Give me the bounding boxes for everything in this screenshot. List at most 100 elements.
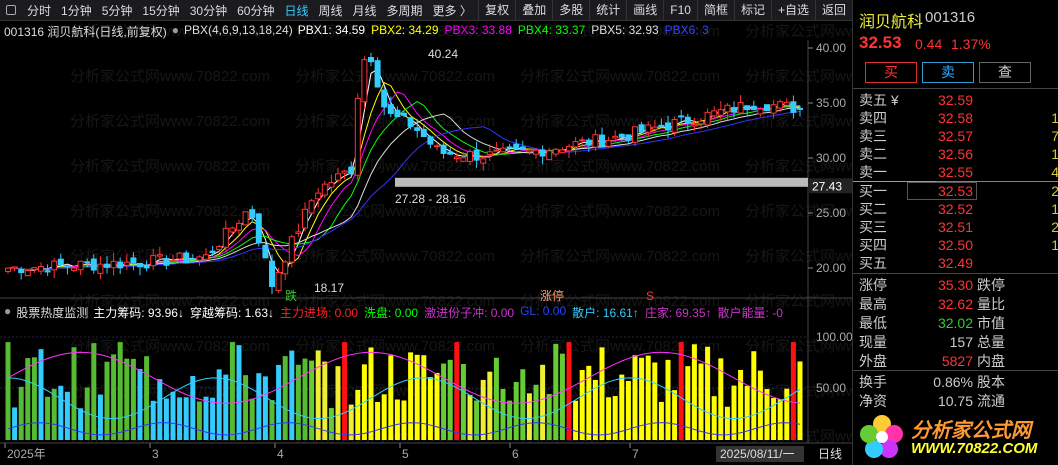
candle-body bbox=[335, 173, 341, 181]
indicator-bar bbox=[625, 380, 631, 440]
ask-qty: 7 bbox=[1051, 128, 1058, 144]
candle-body bbox=[777, 101, 784, 109]
candle-body bbox=[196, 256, 203, 261]
period-tab[interactable]: 1分钟 bbox=[56, 2, 97, 19]
toolbar-action-button[interactable]: 统计 bbox=[589, 0, 626, 21]
period-tab[interactable]: 30分钟 bbox=[185, 2, 232, 19]
price-change: 0.44 bbox=[915, 36, 943, 52]
indicator-settings-icon[interactable]: ● bbox=[4, 304, 11, 321]
kline-chart[interactable]: 40.00 35.00 30.00 25.00 20.00 27.43 40.24 18.17… bbox=[0, 0, 852, 465]
candle-body bbox=[163, 258, 170, 266]
row-label: 净资 bbox=[859, 393, 887, 409]
query-button[interactable]: 查 bbox=[979, 62, 1031, 83]
candle-body bbox=[539, 149, 546, 157]
ind-axis-label: 100.00 bbox=[816, 330, 852, 344]
candle-body bbox=[486, 151, 493, 155]
period-label: 日线 bbox=[818, 447, 842, 461]
candle-body bbox=[684, 116, 691, 124]
candle-body bbox=[651, 126, 658, 130]
candle-body bbox=[11, 266, 18, 269]
candle-body bbox=[381, 89, 388, 108]
toolbar-action-button[interactable]: 画线 bbox=[626, 0, 663, 21]
candle-body bbox=[473, 149, 480, 161]
indicator-bar bbox=[157, 379, 163, 440]
candle-body bbox=[744, 105, 751, 111]
toolbar-action-button[interactable]: 多股 bbox=[552, 0, 589, 21]
indicator-bar bbox=[223, 374, 229, 440]
candle-body bbox=[170, 259, 176, 262]
row-label: 最高 bbox=[859, 296, 887, 312]
indicator-bar bbox=[454, 342, 460, 440]
row-value: 35.30 bbox=[937, 277, 973, 293]
row-value: 32.49 bbox=[937, 255, 973, 271]
candle-body bbox=[183, 252, 190, 264]
indicator-bar bbox=[91, 343, 97, 440]
indicator-name[interactable]: PBX(4,6,9,13,18,24) bbox=[184, 23, 293, 40]
high-price-label: 40.24 bbox=[428, 47, 458, 61]
indicator-bar bbox=[58, 385, 64, 440]
toolbar-action-button[interactable]: 叠加 bbox=[515, 0, 552, 21]
price-axis-label: 40.00 bbox=[816, 41, 846, 55]
toolbar-action-button[interactable]: 复权 bbox=[478, 0, 515, 21]
candle-body bbox=[599, 134, 605, 147]
logo-text: 分析家公式网 bbox=[911, 420, 1031, 442]
site-logo: 分析家公式网 WWW.70822.COM bbox=[853, 410, 1058, 465]
pbx-line bbox=[7, 107, 801, 271]
candle-body bbox=[513, 143, 520, 150]
quote-row: 涨停 35.30 跌停 bbox=[853, 276, 1058, 294]
indicator-bar bbox=[639, 357, 645, 440]
indicator-bar bbox=[665, 359, 671, 440]
candle-body bbox=[328, 182, 335, 188]
stock-name: 润贝航科 bbox=[859, 14, 924, 31]
indicator-bar bbox=[322, 361, 328, 440]
indicator-bar bbox=[295, 364, 301, 440]
indicator-bar bbox=[388, 355, 394, 440]
period-tab[interactable]: 月线 bbox=[348, 2, 382, 19]
indicator-value: 洗盘: 0.00 bbox=[364, 306, 419, 320]
pbx-line bbox=[7, 110, 801, 271]
period-tab[interactable]: 分时 bbox=[22, 2, 56, 19]
indicator-bar bbox=[401, 400, 407, 440]
indicator-bar bbox=[394, 399, 400, 440]
toolbar-action-button[interactable]: +自选 bbox=[770, 0, 815, 21]
bid-qty: 1 bbox=[1051, 201, 1058, 217]
candle-body bbox=[632, 126, 638, 143]
chart-info-bar: 001316 润贝航科(日线,前复权) ● PBX(4,6,9,13,18,24… bbox=[4, 23, 709, 40]
stat-label: 内盘 bbox=[977, 353, 1005, 369]
indicator-bar bbox=[31, 357, 37, 440]
quote-row: 卖五 ¥ 32.59 bbox=[853, 91, 1058, 109]
indicator-title[interactable]: 股票热度监测 bbox=[16, 304, 88, 321]
toolbar-action-button[interactable]: 简框 bbox=[696, 0, 734, 21]
period-tab[interactable]: 5分钟 bbox=[97, 2, 138, 19]
indicator-bar bbox=[335, 366, 341, 440]
indicator-settings-icon[interactable]: ● bbox=[172, 23, 179, 40]
chart-title: 001316 润贝航科(日线,前复权) bbox=[4, 25, 167, 39]
period-tab[interactable]: 周线 bbox=[313, 2, 347, 19]
period-tab[interactable]: 更多 〉 bbox=[428, 2, 477, 19]
time-axis-label: 3 bbox=[152, 447, 159, 461]
indicator-bar bbox=[203, 396, 209, 440]
candle-body bbox=[38, 266, 44, 272]
sell-button[interactable]: 卖 bbox=[922, 62, 974, 83]
period-tab[interactable]: 60分钟 bbox=[232, 2, 279, 19]
indicator-bar bbox=[236, 345, 242, 440]
toolbar-action-button[interactable]: F10 bbox=[663, 0, 697, 21]
toolbar-action-button[interactable]: 返回 bbox=[814, 0, 852, 21]
candle-body bbox=[308, 200, 315, 214]
indicator-value: 散户能量: -0 bbox=[717, 306, 783, 320]
toolbar-action-button[interactable]: 标记 bbox=[733, 0, 771, 21]
period-tab[interactable]: 日线 bbox=[279, 2, 313, 19]
period-tab[interactable]: 15分钟 bbox=[137, 2, 184, 19]
candle-body bbox=[18, 268, 25, 274]
period-tab[interactable]: 多周期 bbox=[382, 2, 428, 19]
layout-icon[interactable] bbox=[6, 5, 16, 15]
indicator-bar bbox=[51, 388, 57, 440]
candle-body bbox=[394, 109, 401, 118]
candle-body bbox=[724, 104, 731, 113]
buy-button[interactable]: 买 bbox=[865, 62, 917, 83]
candle-body bbox=[361, 59, 368, 103]
indicator-bar bbox=[262, 376, 268, 440]
row-value: 5827 bbox=[941, 353, 973, 369]
candle-body bbox=[374, 60, 381, 88]
candle-body bbox=[348, 166, 355, 175]
